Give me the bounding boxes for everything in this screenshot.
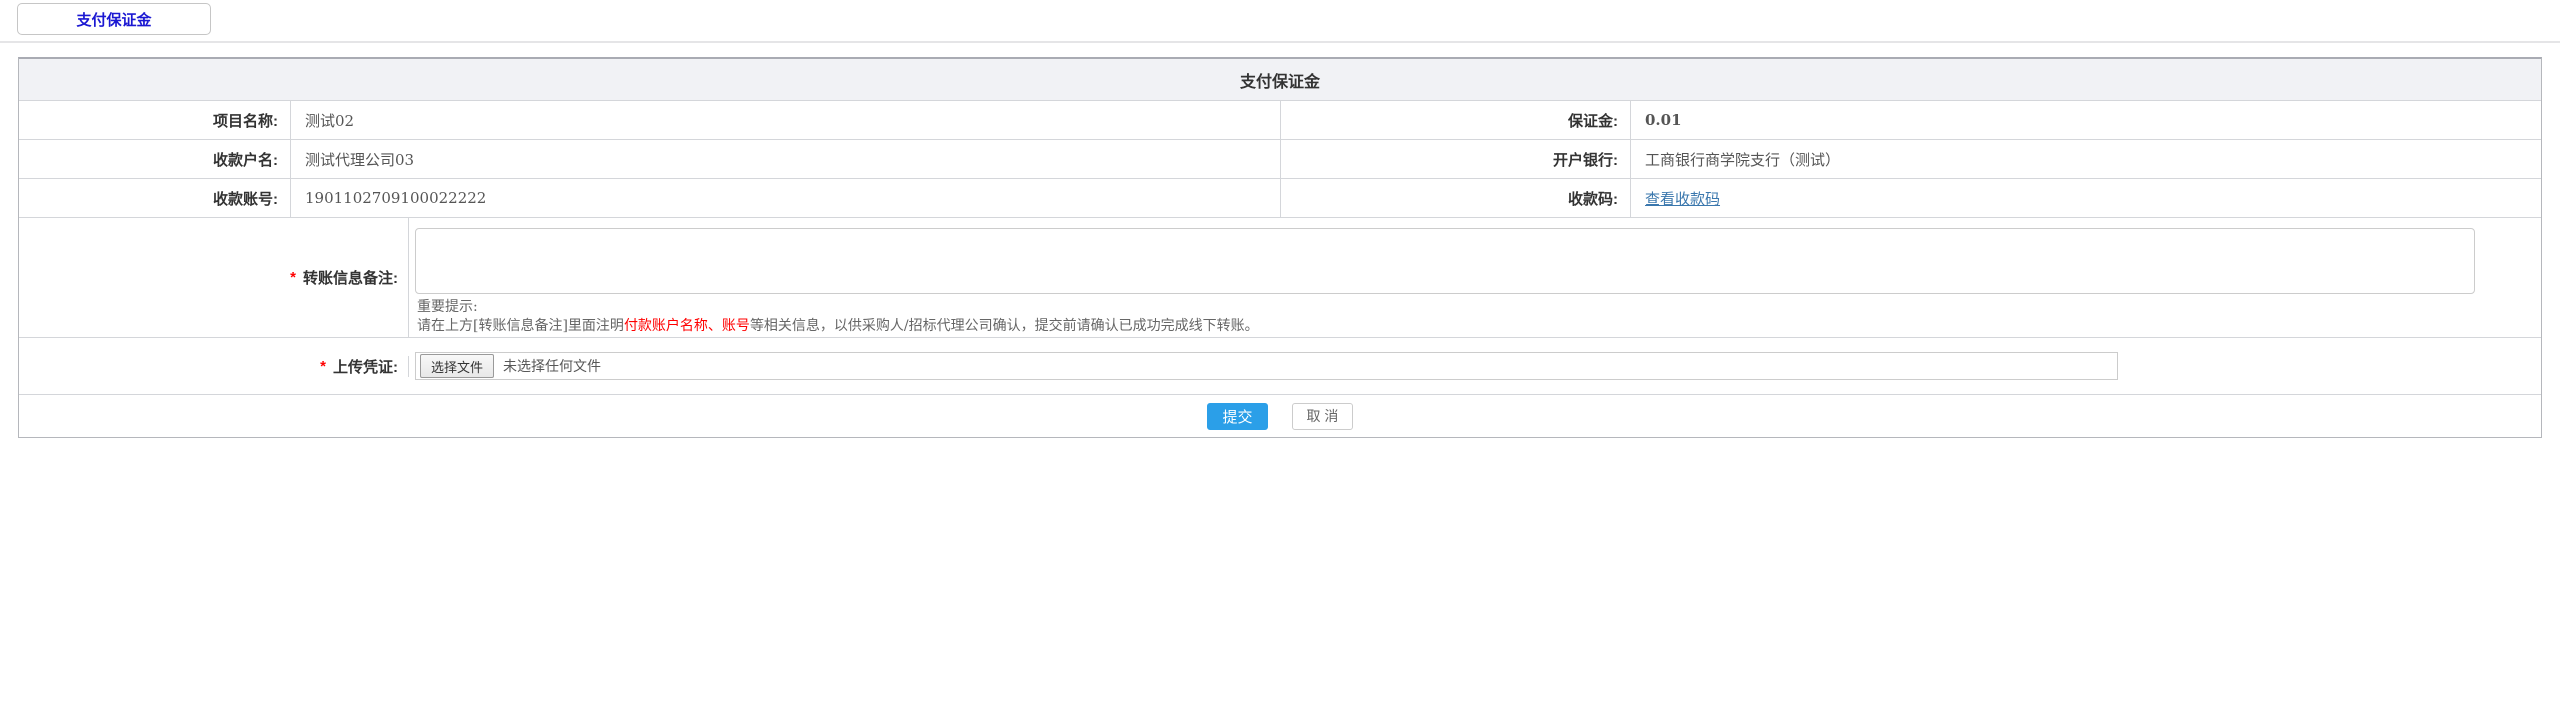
deposit-amount-value: 0.01 xyxy=(1631,101,2541,140)
transfer-note-textarea[interactable] xyxy=(415,228,2475,294)
hint-title: 重要提示: xyxy=(417,298,2541,317)
transfer-note-label-cell: * 转账信息备注: xyxy=(19,218,409,337)
transfer-note-content: 重要提示: 请在上方[转账信息备注]里面注明付款账户名称、账号等相关信息，以供采… xyxy=(409,218,2541,337)
hint-body: 请在上方[转账信息备注]里面注明付款账户名称、账号等相关信息，以供采购人/招标代… xyxy=(417,317,2541,336)
tab-bar: 支付保证金 xyxy=(0,0,2560,43)
file-status-text: 未选择任何文件 xyxy=(503,356,601,376)
project-name-value: 测试02 xyxy=(291,101,1281,140)
deposit-amount-label: 保证金: xyxy=(1281,101,1631,140)
hint-red-part: 付款账户名称、账号 xyxy=(624,318,750,334)
payee-account-name-label: 收款户名: xyxy=(19,140,291,179)
upload-voucher-label-cell: * 上传凭证: xyxy=(19,356,409,377)
upload-voucher-content: 选择文件 未选择任何文件 xyxy=(409,352,2541,380)
payee-account-number-label: 收款账号: xyxy=(19,179,291,218)
upload-voucher-row: * 上传凭证: 选择文件 未选择任何文件 xyxy=(19,338,2541,395)
payment-qr-label: 收款码: xyxy=(1281,179,1631,218)
tab-pay-deposit-label: 支付保证金 xyxy=(76,9,151,30)
pay-deposit-panel: 支付保证金 项目名称: 测试02 保证金: 0.01 收款户名: 测试代理公司0… xyxy=(18,57,2542,438)
bank-name-label: 开户银行: xyxy=(1281,140,1631,179)
action-button-row: 提交 取 消 xyxy=(19,395,2541,437)
page-title: 支付保证金 xyxy=(19,59,2541,101)
upload-voucher-label: 上传凭证: xyxy=(333,356,398,377)
file-input[interactable]: 选择文件 未选择任何文件 xyxy=(415,352,2118,380)
project-name-label: 项目名称: xyxy=(19,101,291,140)
cancel-button[interactable]: 取 消 xyxy=(1292,403,1353,430)
payee-account-name-value: 测试代理公司03 xyxy=(291,140,1281,179)
transfer-note-label: 转账信息备注: xyxy=(303,267,398,288)
choose-file-button[interactable]: 选择文件 xyxy=(420,354,494,378)
transfer-note-row: * 转账信息备注: 重要提示: 请在上方[转账信息备注]里面注明付款账户名称、账… xyxy=(19,218,2541,338)
required-asterisk: * xyxy=(320,358,326,375)
submit-button[interactable]: 提交 xyxy=(1207,403,1268,430)
bank-name-value: 工商银行商学院支行（测试） xyxy=(1631,140,2541,179)
tab-pay-deposit[interactable]: 支付保证金 xyxy=(17,3,211,35)
payee-account-number-value: 1901102709100022222 xyxy=(291,179,1281,218)
deposit-info-table: 项目名称: 测试02 保证金: 0.01 收款户名: 测试代理公司03 开户银行… xyxy=(19,101,2541,218)
view-payment-qr-link[interactable]: 查看收款码 xyxy=(1645,188,1720,209)
important-hint: 重要提示: 请在上方[转账信息备注]里面注明付款账户名称、账号等相关信息，以供采… xyxy=(417,298,2541,336)
required-asterisk: * xyxy=(290,269,296,286)
